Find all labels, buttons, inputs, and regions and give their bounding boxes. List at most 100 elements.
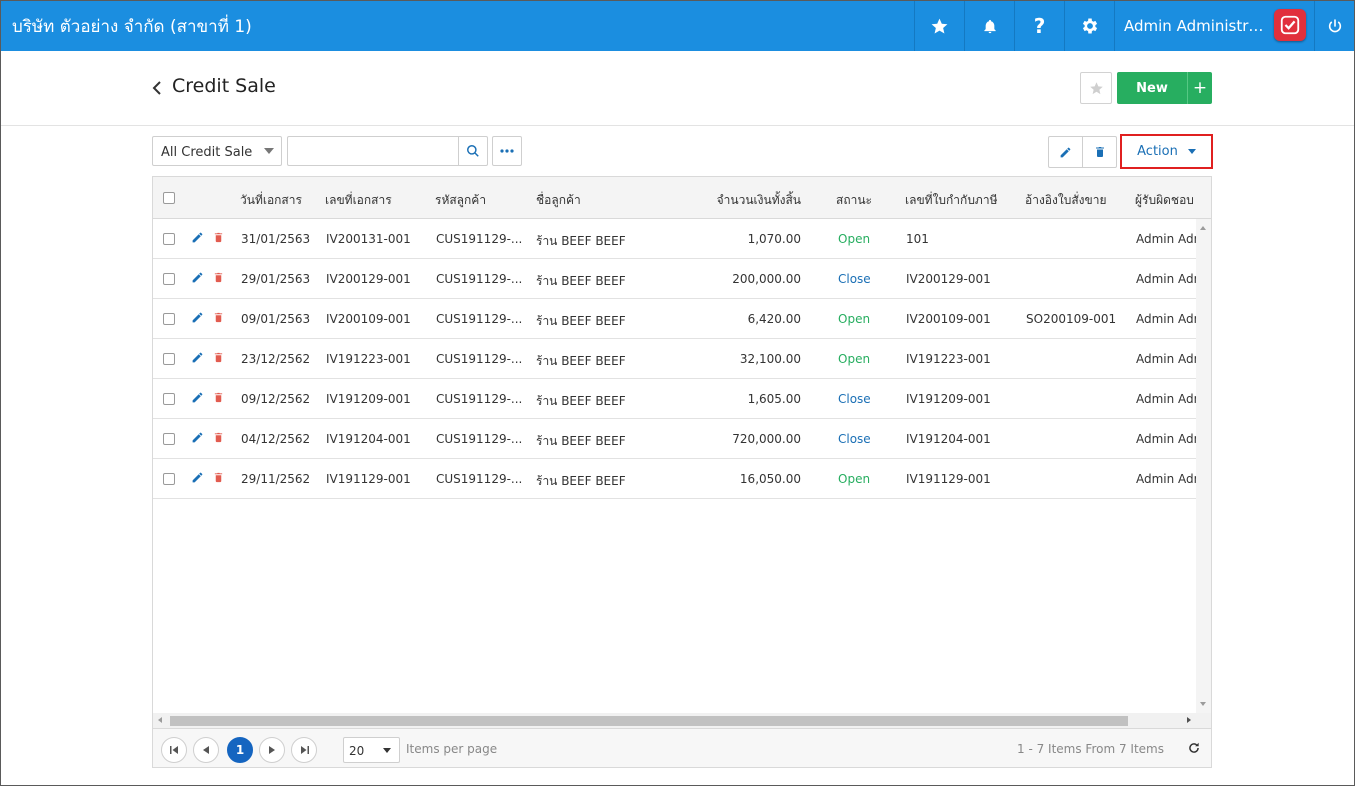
pencil-icon[interactable] — [191, 271, 204, 287]
search-icon — [467, 145, 479, 157]
pencil-icon[interactable] — [191, 311, 204, 327]
app-window: บริษัท ตัวอย่าง จำกัด (สาขาที่ 1) ? Admi… — [0, 0, 1355, 786]
pencil-icon[interactable] — [191, 471, 204, 487]
more-options-button[interactable] — [492, 136, 522, 166]
cell-amount: 1,605.00 — [747, 392, 801, 406]
favorites-button[interactable] — [914, 1, 964, 51]
column-header-so-ref[interactable]: อ้างอิงใบสั่งขาย — [1025, 191, 1107, 210]
avatar[interactable] — [1274, 9, 1306, 41]
cell-so-ref: SO200109-001 — [1026, 312, 1117, 326]
pencil-icon[interactable] — [191, 391, 204, 407]
table-row[interactable]: 04/12/2562 IV191204-001 CUS191129-... ร้าน … — [153, 419, 1196, 459]
cell-status: Open — [838, 312, 871, 326]
column-header-owner[interactable]: ผู้รับผิดชอบ — [1135, 191, 1194, 210]
help-button[interactable]: ? — [1014, 1, 1064, 51]
last-page-button[interactable] — [291, 737, 317, 763]
trash-icon[interactable] — [213, 271, 224, 287]
table-row[interactable]: 29/11/2562 IV191129-001 CUS191129-... ร้าน … — [153, 459, 1196, 499]
cell-doc-no: IV191223-001 — [326, 352, 411, 366]
search-button[interactable] — [458, 136, 488, 166]
row-checkbox[interactable] — [163, 273, 175, 285]
column-header-date[interactable]: วันที่เอกสาร — [240, 191, 302, 210]
cell-amount: 720,000.00 — [732, 432, 801, 446]
next-page-button[interactable] — [259, 737, 285, 763]
settings-button[interactable] — [1064, 1, 1114, 51]
table-row[interactable]: 31/01/2563 IV200131-001 CUS191129-... ร้าน … — [153, 219, 1196, 259]
cell-customer-code: CUS191129-... — [436, 432, 523, 446]
new-button[interactable]: New — [1117, 72, 1187, 104]
back-chevron-icon[interactable] — [151, 78, 163, 98]
action-dropdown-button[interactable]: Action — [1120, 134, 1213, 169]
scroll-up-icon[interactable] — [1200, 226, 1206, 230]
column-header-customer-code[interactable]: รหัสลูกค้า — [435, 191, 486, 210]
user-menu[interactable]: Admin Administrator — [1114, 1, 1314, 51]
row-checkbox[interactable] — [163, 313, 175, 325]
scroll-down-icon[interactable] — [1200, 702, 1206, 706]
column-header-status[interactable]: สถานะ — [836, 191, 872, 210]
cell-doc-no: IV200109-001 — [326, 312, 411, 326]
cell-tax-invoice-no: IV191223-001 — [906, 352, 991, 366]
row-checkbox[interactable] — [163, 233, 175, 245]
cell-customer-name: ร้าน BEEF BEEF — [536, 354, 626, 368]
favorite-page-button[interactable] — [1080, 72, 1112, 104]
page-size-select[interactable]: 20 — [343, 737, 400, 763]
row-checkbox[interactable] — [163, 393, 175, 405]
company-name[interactable]: บริษัท ตัวอย่าง จำกัด (สาขาที่ 1) — [1, 13, 914, 40]
column-header-amount[interactable]: จำนวนเงินทั้งสิ้น — [717, 191, 801, 210]
column-header-customer-name[interactable]: ชื่อลูกค้า — [536, 191, 581, 210]
cell-date: 31/01/2563 — [241, 232, 311, 246]
column-header-tax-invoice-no[interactable]: เลขที่ใบกำกับภาษี — [905, 191, 998, 210]
cell-customer-code: CUS191129-... — [436, 352, 523, 366]
trash-icon[interactable] — [213, 231, 224, 247]
pencil-icon[interactable] — [191, 231, 204, 247]
table-row[interactable]: 09/01/2563 IV200109-001 CUS191129-... ร้าน … — [153, 299, 1196, 339]
row-checkbox[interactable] — [163, 353, 175, 365]
row-checkbox[interactable] — [163, 473, 175, 485]
bulk-edit-button[interactable] — [1048, 136, 1083, 168]
column-header-doc-no[interactable]: เลขที่เอกสาร — [325, 191, 392, 210]
cell-tax-invoice-no: IV191129-001 — [906, 472, 991, 486]
cell-date: 23/12/2562 — [241, 352, 311, 366]
select-all-checkbox[interactable] — [163, 192, 175, 204]
refresh-icon[interactable] — [1187, 741, 1201, 755]
table-row[interactable]: 23/12/2562 IV191223-001 CUS191129-... ร้าน … — [153, 339, 1196, 379]
cell-customer-name: ร้าน BEEF BEEF — [536, 274, 626, 288]
page-button-current[interactable]: 1 — [227, 737, 253, 763]
trash-icon[interactable] — [213, 431, 224, 447]
trash-icon[interactable] — [213, 471, 224, 487]
vertical-scrollbar[interactable] — [1196, 219, 1211, 713]
horizontal-scroll-thumb[interactable] — [170, 716, 1128, 726]
pencil-icon — [1060, 147, 1071, 157]
horizontal-scrollbar[interactable] — [153, 713, 1196, 728]
pencil-icon[interactable] — [191, 431, 204, 447]
filter-dropdown[interactable]: All Credit Sale — [152, 136, 282, 166]
star-icon — [931, 18, 948, 34]
table-row[interactable]: 29/01/2563 IV200129-001 CUS191129-... ร้าน … — [153, 259, 1196, 299]
trash-icon[interactable] — [213, 391, 224, 407]
prev-page-button[interactable] — [193, 737, 219, 763]
cell-doc-no: IV191209-001 — [326, 392, 411, 406]
first-page-button[interactable] — [161, 737, 187, 763]
new-dropdown-button[interactable]: + — [1187, 72, 1212, 104]
row-checkbox[interactable] — [163, 433, 175, 445]
prev-page-icon — [203, 746, 209, 754]
cell-customer-name: ร้าน BEEF BEEF — [536, 434, 626, 448]
items-per-page-label: Items per page — [406, 742, 498, 756]
pencil-icon[interactable] — [191, 351, 204, 367]
help-icon: ? — [1033, 14, 1046, 38]
trash-icon[interactable] — [213, 311, 224, 327]
cell-date: 04/12/2562 — [241, 432, 311, 446]
cell-amount: 200,000.00 — [732, 272, 801, 286]
trash-icon[interactable] — [213, 351, 224, 367]
scroll-right-icon[interactable] — [1187, 717, 1191, 723]
logout-button[interactable] — [1314, 1, 1354, 51]
search-input[interactable] — [287, 136, 459, 166]
grid-header: วันที่เอกสาร เลขที่เอกสาร รหัสลูกค้า ชื่… — [153, 177, 1211, 219]
bulk-delete-button[interactable] — [1083, 136, 1117, 168]
cell-customer-code: CUS191129-... — [436, 272, 523, 286]
cell-amount: 1,070.00 — [747, 232, 801, 246]
scroll-left-icon[interactable] — [158, 717, 162, 723]
table-row[interactable]: 09/12/2562 IV191209-001 CUS191129-... ร้าน … — [153, 379, 1196, 419]
pager: 1 20 Items per page 1 - 7 Items From 7 I… — [153, 728, 1211, 767]
notifications-button[interactable] — [964, 1, 1014, 51]
